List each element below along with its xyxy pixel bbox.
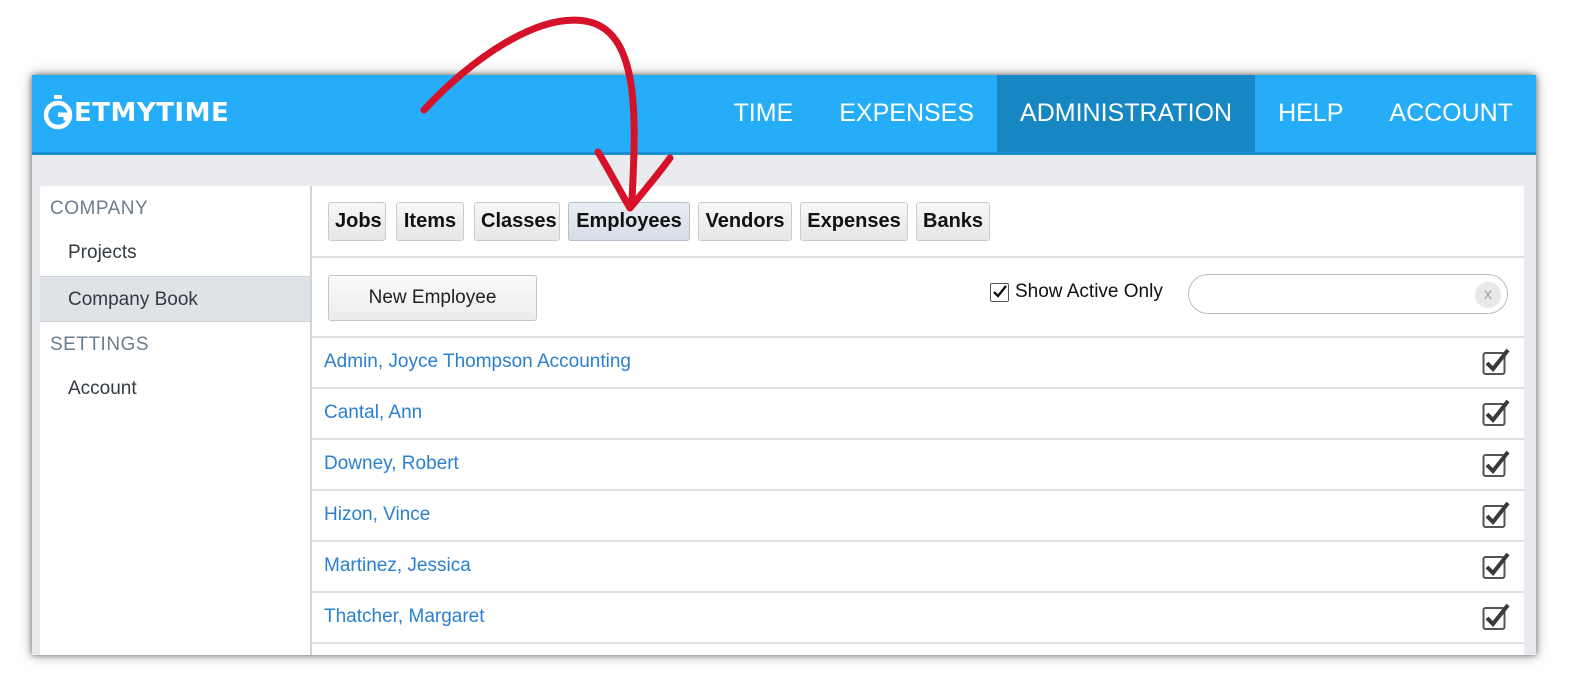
show-active-only: Show Active Only [990,280,1163,304]
sidebar-item-projects[interactable]: Projects [40,230,310,276]
search-input[interactable] [1203,283,1463,307]
list-item: Cantal, Ann [312,389,1524,440]
employee-name-link[interactable]: Hizon, Vince [324,504,430,526]
top-nav: TIME EXPENSES ADMINISTRATION HELP ACCOUN… [711,75,1536,152]
employee-name-link[interactable]: Martinez, Jessica [324,555,471,577]
main-panel: Jobs Items Classes Employees Vendors Exp… [310,186,1524,655]
checkmark-icon[interactable] [1482,348,1510,376]
top-bar: ETMYTIME TIME EXPENSES ADMINISTRATION HE… [32,75,1536,155]
list-item: Admin, Joyce Thompson Accounting [312,338,1524,389]
employee-name-link[interactable]: Cantal, Ann [324,402,422,424]
tab-expenses[interactable]: Expenses [800,202,908,241]
tab-classes[interactable]: Classes [474,202,560,241]
employee-list: Admin, Joyce Thompson Accounting Cantal,… [312,338,1524,644]
sidebar-heading-company: COMPANY [50,198,149,219]
tab-vendors[interactable]: Vendors [698,202,792,241]
nav-administration[interactable]: ADMINISTRATION [997,75,1256,152]
checkmark-icon [993,284,1007,298]
tab-employees[interactable]: Employees [568,202,690,241]
logo[interactable]: ETMYTIME [42,93,229,133]
employee-name-link[interactable]: Thatcher, Margaret [324,606,485,628]
stopwatch-g-icon [42,94,74,132]
checkmark-icon[interactable] [1482,552,1510,580]
nav-time[interactable]: TIME [711,75,817,152]
clear-x-icon[interactable]: x [1475,282,1501,308]
employee-name-link[interactable]: Admin, Joyce Thompson Accounting [324,351,631,373]
show-active-checkbox[interactable] [990,282,1009,302]
sidebar-item-company-book[interactable]: Company Book [40,276,310,322]
list-item: Martinez, Jessica [312,542,1524,593]
list-item: Hizon, Vince [312,491,1524,542]
app-window: ETMYTIME TIME EXPENSES ADMINISTRATION HE… [32,75,1536,655]
new-employee-button[interactable]: New Employee [328,275,537,321]
checkmark-icon[interactable] [1482,603,1510,631]
sidebar: COMPANY Projects Company Book SETTINGS A… [40,186,310,655]
nav-account[interactable]: ACCOUNT [1366,75,1536,152]
tab-items[interactable]: Items [396,202,464,241]
checkmark-icon[interactable] [1482,501,1510,529]
show-active-label: Show Active Only [1015,281,1163,302]
tab-bar: Jobs Items Classes Employees Vendors Exp… [312,186,1524,258]
list-item: Thatcher, Margaret [312,593,1524,644]
nav-expenses[interactable]: EXPENSES [816,75,997,152]
tab-jobs[interactable]: Jobs [328,202,386,241]
nav-help[interactable]: HELP [1255,75,1366,152]
checkmark-icon[interactable] [1482,450,1510,478]
list-toolbar: New Employee Show Active Only x [312,260,1524,338]
list-item: Downey, Robert [312,440,1524,491]
tab-banks[interactable]: Banks [916,202,990,241]
sidebar-heading-settings: SETTINGS [50,334,150,355]
logo-text: ETMYTIME [74,98,230,128]
employee-name-link[interactable]: Downey, Robert [324,453,459,475]
sidebar-item-account[interactable]: Account [40,366,310,412]
search-box: x [1188,274,1508,314]
checkmark-icon[interactable] [1482,399,1510,427]
